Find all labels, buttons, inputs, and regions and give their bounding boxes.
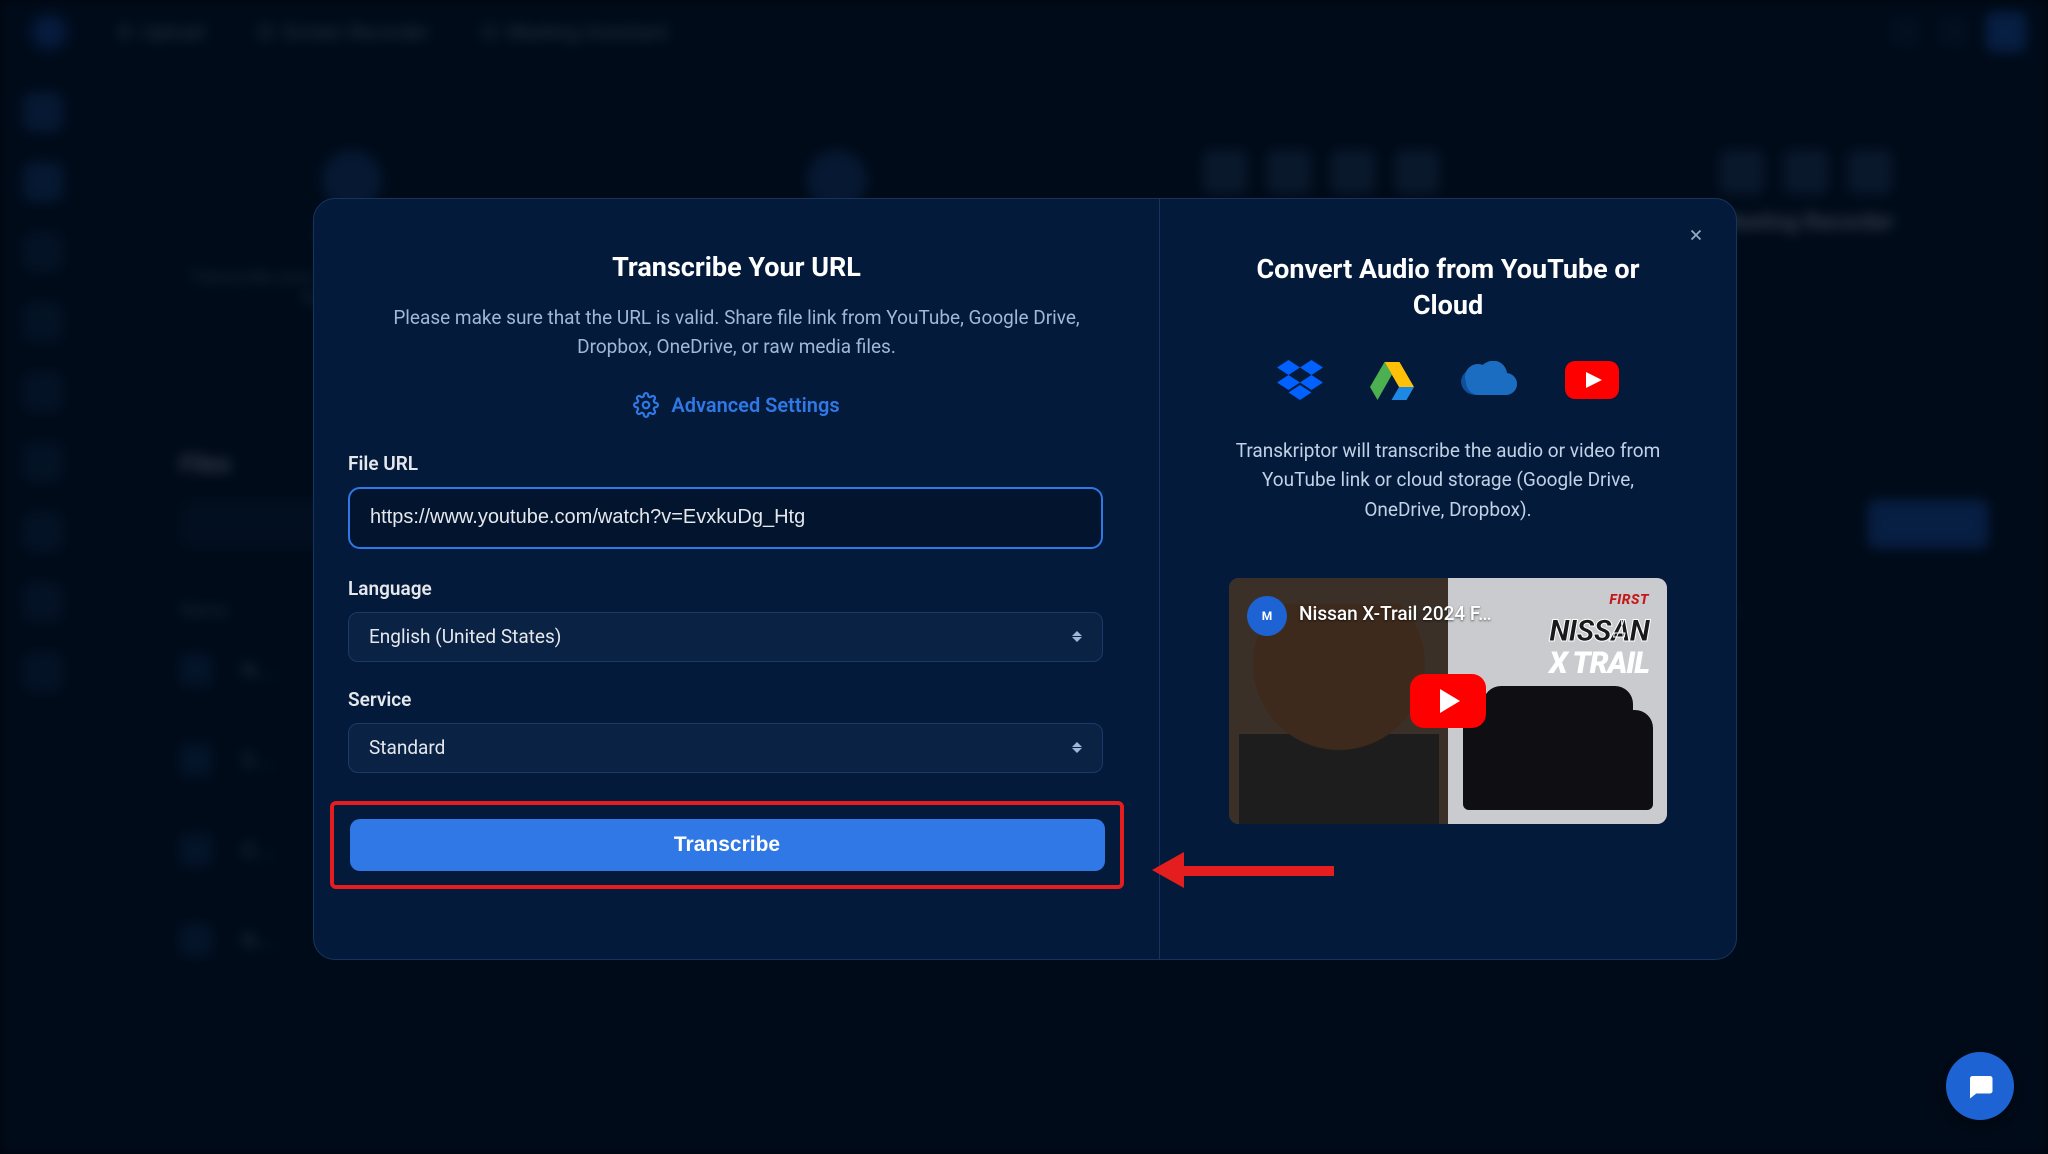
onedrive-icon bbox=[1461, 361, 1519, 399]
service-select[interactable]: Standard bbox=[348, 723, 1103, 773]
modal-left-panel: Transcribe Your URL Please make sure tha… bbox=[314, 199, 1160, 959]
video-preview[interactable]: M Nissan X-Trail 2024 F… FIRST NISSAN X … bbox=[1229, 578, 1667, 824]
chat-fab[interactable] bbox=[1946, 1052, 2014, 1120]
video-brand-line2: TRAIL bbox=[1572, 646, 1649, 681]
chevron-updown-icon bbox=[1072, 631, 1082, 642]
video-car-figure bbox=[1463, 710, 1653, 810]
service-label: Service bbox=[348, 688, 1125, 711]
video-brand-line1: NISSAN bbox=[1549, 614, 1649, 649]
video-person-figure bbox=[1239, 604, 1439, 824]
modal-right-panel: Convert Audio from YouTube or Cloud bbox=[1160, 199, 1736, 959]
gear-icon bbox=[633, 392, 659, 418]
service-value: Standard bbox=[369, 736, 445, 759]
modal-title: Transcribe Your URL bbox=[348, 251, 1125, 283]
advanced-settings-link[interactable]: Advanced Settings bbox=[348, 392, 1125, 418]
video-title: Nissan X-Trail 2024 F… bbox=[1299, 602, 1492, 625]
youtube-icon bbox=[1565, 361, 1619, 399]
dropbox-icon bbox=[1277, 360, 1323, 400]
video-channel-logo: M bbox=[1247, 596, 1287, 636]
chat-icon bbox=[1965, 1071, 1995, 1101]
transcribe-url-modal: Transcribe Your URL Please make sure tha… bbox=[313, 198, 1737, 960]
file-url-input[interactable] bbox=[348, 487, 1103, 549]
modal-subtitle: Please make sure that the URL is valid. … bbox=[357, 303, 1117, 362]
close-icon bbox=[1687, 226, 1705, 244]
video-brand-top: FIRST bbox=[1609, 592, 1649, 608]
chevron-updown-icon bbox=[1072, 742, 1082, 753]
right-panel-description: Transkriptor will transcribe the audio o… bbox=[1228, 436, 1668, 524]
close-button[interactable] bbox=[1682, 221, 1710, 249]
right-panel-title: Convert Audio from YouTube or Cloud bbox=[1238, 251, 1658, 324]
cloud-service-icons bbox=[1277, 360, 1619, 400]
advanced-settings-label: Advanced Settings bbox=[671, 393, 839, 417]
file-url-label: File URL bbox=[348, 452, 1125, 475]
annotation-highlight-box: Transcribe bbox=[330, 801, 1124, 889]
language-select[interactable]: English (United States) bbox=[348, 612, 1103, 662]
google-drive-icon bbox=[1369, 360, 1415, 400]
language-value: English (United States) bbox=[369, 625, 561, 648]
transcribe-button[interactable]: Transcribe bbox=[350, 819, 1105, 871]
language-label: Language bbox=[348, 577, 1125, 600]
play-button-icon bbox=[1410, 674, 1486, 728]
